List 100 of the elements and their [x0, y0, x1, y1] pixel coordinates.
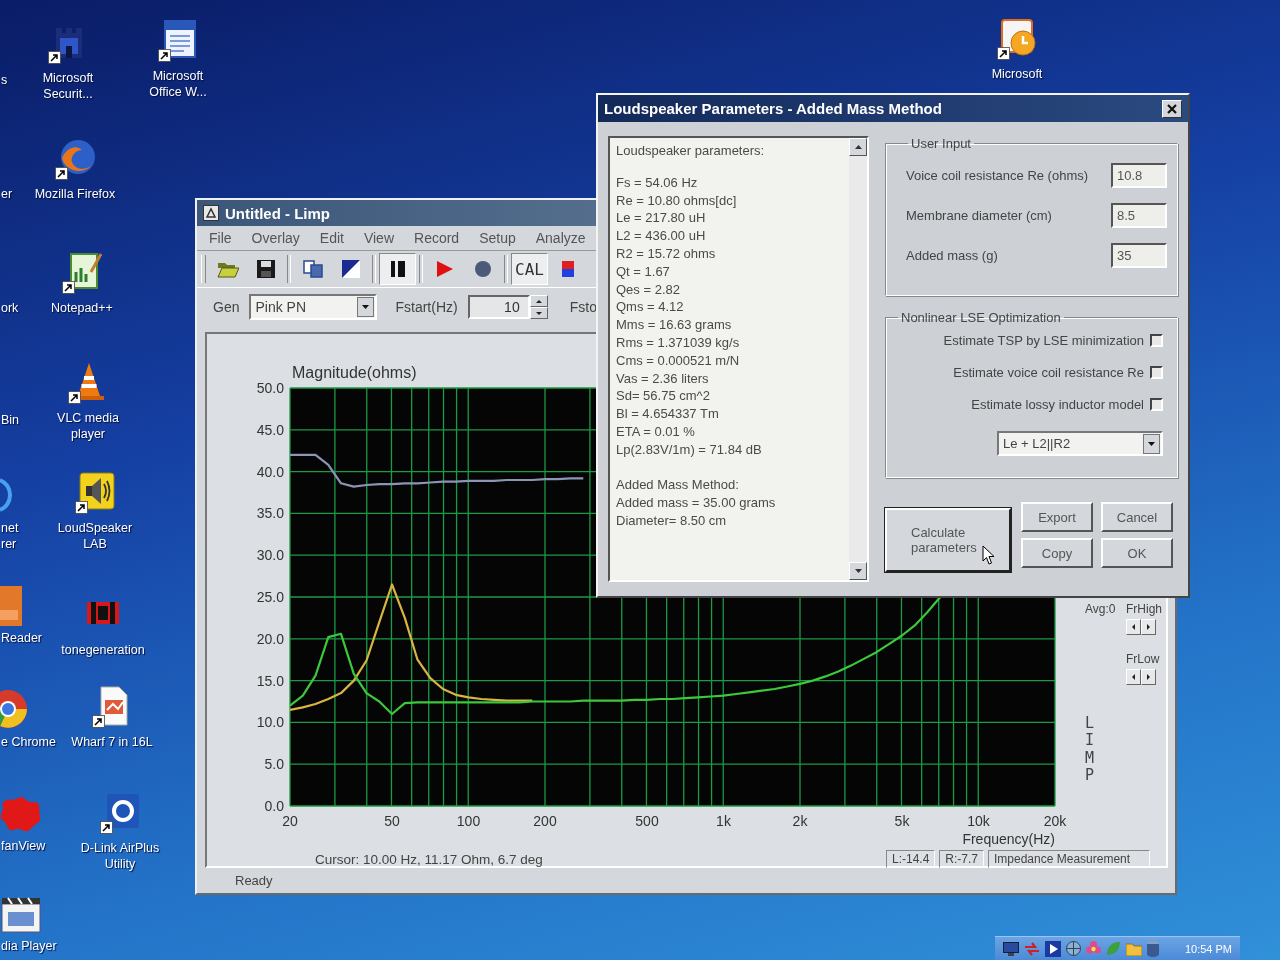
field-label: Fstart(Hz) [395, 299, 458, 315]
axis-tick-label: 50.0 [256, 380, 284, 396]
status-field: Impedance Measurement [988, 850, 1150, 868]
ring-tile-icon[interactable] [100, 792, 140, 834]
monitor-icon[interactable] [1003, 941, 1019, 956]
icon-label[interactable]: D-Link AirPlus Utility [70, 840, 170, 872]
down-arrow-icon [535, 311, 542, 315]
dialog-button[interactable]: Copy [1021, 538, 1093, 568]
menu-item[interactable]: Record [404, 230, 470, 246]
text-field[interactable]: 10.8 [1111, 163, 1167, 188]
parameter-line: Le = 217.80 uH [616, 209, 707, 228]
left-button[interactable] [1126, 669, 1141, 685]
menu-item[interactable]: View [353, 230, 404, 246]
status-field: R:-7.7 [939, 850, 984, 868]
checkbox[interactable] [1150, 334, 1163, 347]
calculate-button[interactable]: Calculate parameters [885, 508, 1011, 572]
field-label: Fsto [569, 299, 597, 315]
icon-label[interactable]: dia Player [1, 938, 57, 954]
play-icon[interactable] [1045, 940, 1061, 957]
checkbox[interactable] [1150, 398, 1163, 411]
mouse-pointer-icon [982, 545, 995, 565]
model-dropdown[interactable]: Le + L2||R2 [997, 431, 1163, 456]
field-label: Voice coil resistance Re (ohms) [906, 168, 1089, 183]
left-button[interactable] [1126, 619, 1141, 635]
parameter-line: Diameter= 8.50 cm [616, 511, 728, 530]
toolbar-button[interactable] [379, 253, 416, 285]
text-field[interactable]: 35 [1111, 243, 1167, 268]
up-arrow-icon [535, 299, 542, 303]
parameter-line: Re = 10.80 ohms[dc] [616, 191, 738, 210]
down-arrow-icon [854, 569, 862, 573]
menu-item[interactable]: Edit [309, 230, 354, 246]
right-arrow-icon [1147, 624, 1150, 630]
icon-label[interactable]: VLC media player [45, 410, 131, 442]
parameter-line: Qt = 1.67 [616, 262, 671, 281]
icon-label[interactable]: er [1, 186, 13, 202]
speaker-icon[interactable] [75, 472, 115, 514]
icon-label[interactable]: ork [1, 300, 19, 316]
icon-label[interactable]: s [1, 72, 8, 88]
scroll-up-button[interactable] [849, 138, 867, 156]
axis-tick-label: 200 [533, 813, 557, 829]
generator-dropdown[interactable]: Pink PN [249, 294, 378, 320]
close-button[interactable] [1162, 99, 1182, 118]
menu-item[interactable]: Setup [469, 230, 526, 246]
parameter-line: Cms = 0.000521 m/N [616, 351, 741, 370]
icon-label[interactable]: net rer [1, 520, 19, 552]
axis-tick-label: 20k [1043, 813, 1067, 829]
icon-label[interactable]: e Chrome [1, 734, 56, 750]
clock-icon[interactable] [997, 18, 1037, 60]
dialog-button[interactable]: OK [1101, 538, 1173, 568]
axis-tick-label: 30.0 [256, 547, 284, 564]
copy-icon [302, 260, 323, 278]
axis-tick-label: 5k [894, 813, 910, 829]
axis-tick-label: 10k [967, 813, 990, 829]
dialog-button[interactable]: Export [1021, 502, 1093, 532]
icon-label[interactable]: fanView [1, 838, 46, 854]
icon-label[interactable]: Microsoft Office W... [138, 68, 218, 100]
dialog-title: Loudspeaker Parameters - Added Mass Method [604, 100, 942, 117]
axis-tick-label: 10.0 [256, 714, 284, 731]
parameter-line: Rms = 1.371039 kg/s [616, 333, 741, 352]
axis-title: Frequency(Hz) [962, 831, 1055, 847]
icon-label[interactable]: Reader [1, 630, 42, 646]
menu-item[interactable]: Overlay [241, 230, 310, 246]
notepad-icon[interactable] [62, 252, 102, 294]
vertical-label: LIMP [1085, 715, 1095, 784]
icon-label[interactable]: Notepad++ [51, 300, 113, 316]
icon-label[interactable]: LoudSpeaker LAB [46, 520, 144, 552]
parameter-line: Added mass = 35.00 grams [616, 494, 777, 512]
menu-item[interactable]: File [199, 230, 242, 246]
parameter-line: Bl = 4.654337 Tm [616, 405, 720, 423]
icon-label[interactable]: Bin [1, 412, 20, 428]
checkbox-label: Estimate voice coil resistance Re [953, 365, 1144, 380]
parameter-line: L2 = 436.00 uH [616, 227, 707, 245]
dialog-button[interactable]: Cancel [1101, 502, 1173, 532]
icon-label[interactable]: Microsoft Securit... [22, 70, 114, 102]
document-icon[interactable] [158, 20, 198, 62]
toolbar-button[interactable]: CAL [511, 253, 548, 285]
scrollbar[interactable] [849, 138, 867, 580]
pause-icon [390, 261, 405, 277]
arc-icon[interactable] [0, 478, 12, 512]
text-field[interactable]: 8.5 [1111, 203, 1167, 228]
status-field: L:-14.4 [885, 850, 936, 868]
globe-icon[interactable] [55, 138, 95, 180]
icon-label[interactable]: Microsoft [991, 66, 1043, 82]
axis-tick-label: 25.0 [256, 589, 284, 605]
left-arrow-icon [1132, 624, 1135, 630]
color-bars-icon [561, 261, 574, 277]
checkbox[interactable] [1150, 366, 1163, 379]
right-arrow-icon [1147, 674, 1150, 680]
icon-label[interactable]: Wharf 7 in 16L [71, 734, 153, 750]
axis-tick-label: 15.0 [256, 672, 284, 689]
tile-icon[interactable] [0, 586, 22, 626]
scroll-down-button[interactable] [849, 562, 867, 580]
parameter-line: Qes = 2.82 [616, 280, 681, 299]
menu-item[interactable]: Analyze [525, 230, 596, 246]
icon-label[interactable]: tonegeneration [61, 642, 145, 658]
flower-icon[interactable] [1086, 941, 1101, 956]
cursor-readout: Cursor: 10.00 Hz, 11.17 Ohm, 6.7 deg [315, 851, 543, 867]
number-field[interactable]: 10 [467, 295, 530, 319]
icon-label[interactable]: Mozilla Firefox [34, 186, 116, 202]
axis-tick-label: 20 [282, 813, 298, 829]
